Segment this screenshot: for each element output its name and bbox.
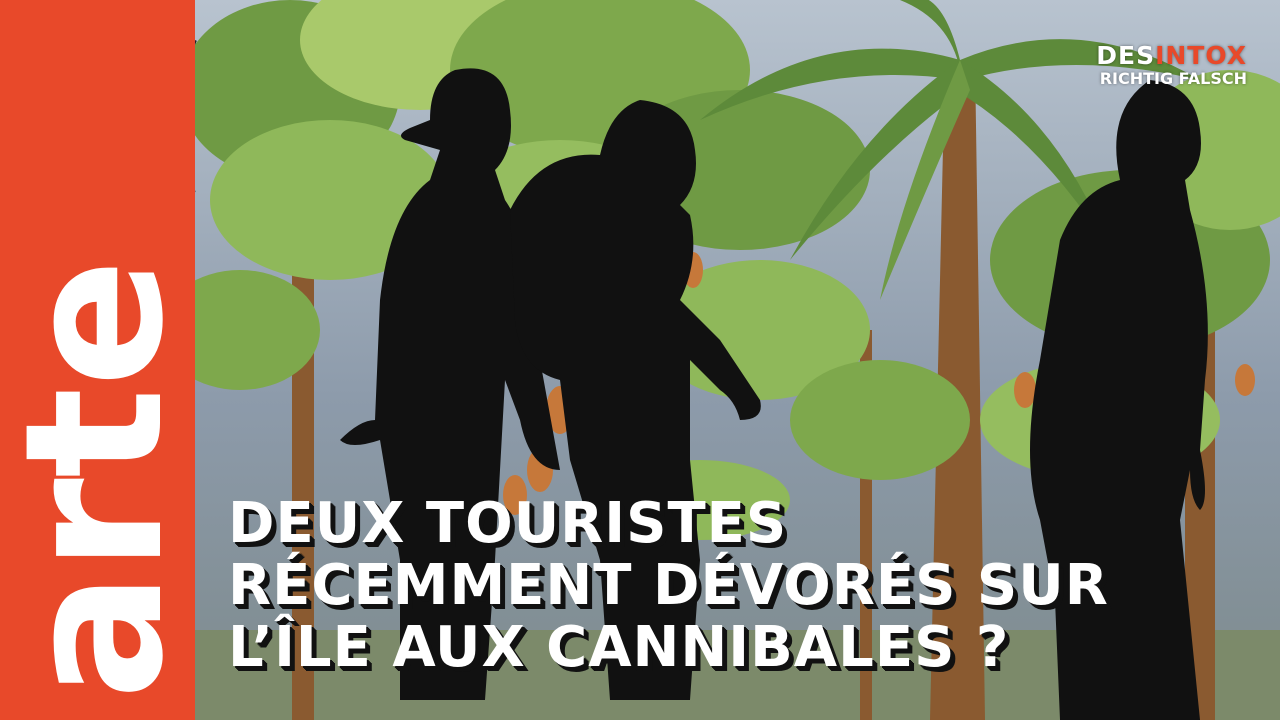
headline-line-1: DEUX TOURISTES xyxy=(228,491,788,556)
headline: DEUX TOURISTES RÉCEMMENT DÉVORÉS SUR L’Î… xyxy=(228,493,1268,679)
badge-title-prefix: DES xyxy=(1096,41,1156,70)
headline-line-3: L’ÎLE AUX CANNIBALES ? xyxy=(228,615,1010,680)
badge-title: DESINTOX xyxy=(1096,42,1247,69)
arte-brand-band: arte xyxy=(0,0,195,720)
arte-logo: arte xyxy=(10,258,185,700)
headline-line-2: RÉCEMMENT DÉVORÉS SUR xyxy=(228,553,1109,618)
svg-text:arte: arte xyxy=(10,258,185,700)
desintox-badge: DESINTOX RICHTIG FALSCH xyxy=(1096,42,1247,89)
badge-subtitle: RICHTIG FALSCH xyxy=(1099,69,1247,88)
badge-title-accent: INTOX xyxy=(1155,41,1247,70)
